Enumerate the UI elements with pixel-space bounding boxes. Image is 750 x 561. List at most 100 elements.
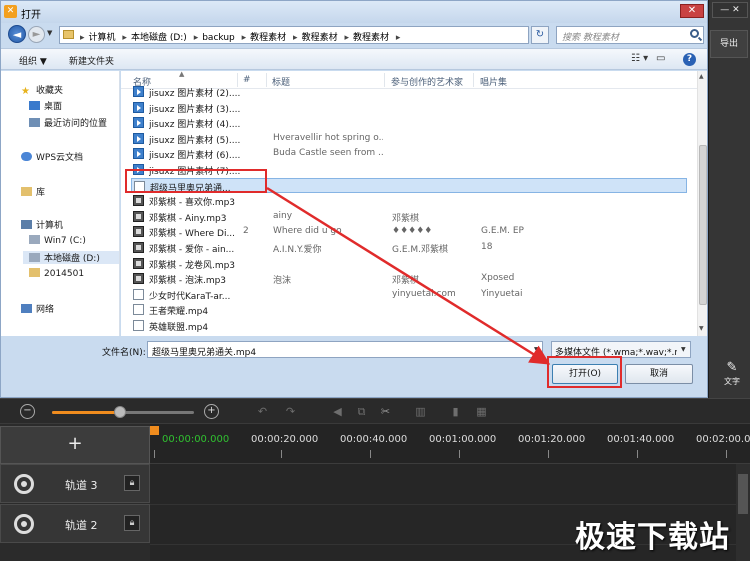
desktop-icon <box>29 101 40 110</box>
crumb[interactable]: 计算机 <box>89 33 116 43</box>
nav-network[interactable]: 网络 <box>21 302 54 315</box>
text-tool-button[interactable]: ✎ 文字 <box>717 360 747 390</box>
view-options-icon[interactable]: ☷ ▾ <box>631 53 648 64</box>
window-controls[interactable]: — ✕ <box>712 2 748 18</box>
preview-pane-icon[interactable]: ▭ <box>656 53 665 64</box>
file-list-scrollbar[interactable]: ▲ ▼ <box>697 71 707 336</box>
back-arrow-icon[interactable]: ◄ <box>8 25 26 43</box>
crumb[interactable]: 教程素材 <box>250 33 286 43</box>
nav-label: 收藏夹 <box>36 86 64 96</box>
file-row[interactable]: 少女时代KaraT-ar... yinyuetai.com Yinyuetai <box>131 287 687 302</box>
nav-drive-d[interactable]: 本地磁盘 (D:) <box>23 251 119 264</box>
zoom-out-icon[interactable]: − <box>20 404 35 419</box>
cut-icon[interactable]: ✂ <box>378 404 393 419</box>
file-row[interactable]: jisuxz 图片素材 (5).... Hveravellir hot sprin… <box>131 131 687 146</box>
nav-recent[interactable]: 最近访问的位置 <box>29 116 107 129</box>
history-dropdown-icon[interactable]: ▼ <box>47 29 52 37</box>
zoom-in-icon[interactable]: + <box>204 404 219 419</box>
file-row[interactable]: 邓紫棋 - Ainy.mp3 ainy 邓紫棋 <box>131 209 687 224</box>
file-row[interactable]: 邓紫棋 - 爱你 - ain... A.I.N.Y.爱你 G.E.M.邓紫棋 18 <box>131 240 687 255</box>
export-button[interactable]: 导出 <box>710 30 748 58</box>
scrollbar-thumb[interactable] <box>738 474 748 514</box>
scroll-up-icon[interactable]: ▲ <box>699 73 704 80</box>
file-row[interactable]: 英雄联盟.mp4 <box>131 318 687 333</box>
address-bar[interactable]: ▸ 计算机 ▸ 本地磁盘 (D:) ▸ backup ▸ 教程素材 ▸ 教程素材 ▸ 教程素… <box>59 26 583 44</box>
organize-button[interactable]: 组织 ▼ <box>19 54 47 67</box>
chevron-down-icon[interactable]: ▼ <box>534 346 539 353</box>
filename-label: 文件名(N): <box>102 348 146 358</box>
mosaic-icon[interactable]: ▦ <box>474 404 489 419</box>
file-artist: yinyuetai.com <box>392 288 456 299</box>
chart-icon[interactable]: ▮ <box>448 404 463 419</box>
drive-icon <box>29 253 40 262</box>
undo-icon[interactable]: ↶ <box>255 404 270 419</box>
crumb[interactable]: 教程素材 <box>302 33 338 43</box>
nav-label: 网络 <box>36 305 55 315</box>
search-input[interactable]: 搜索 教程素材 <box>556 26 704 44</box>
playhead[interactable] <box>150 426 159 435</box>
nav-favorites[interactable]: ★ 收藏夹 <box>21 83 64 97</box>
help-icon[interactable]: ? <box>683 53 696 66</box>
app-icon: ✕ <box>4 5 17 18</box>
forward-arrow-icon[interactable]: ► <box>28 26 45 43</box>
file-artist: ♦♦♦♦♦ <box>392 226 433 237</box>
zoom-slider-knob[interactable] <box>114 406 127 418</box>
document-icon <box>133 320 144 331</box>
cancel-button[interactable]: 取消 <box>625 364 693 384</box>
file-row[interactable]: 邓紫棋 - 龙卷风.mp3 <box>131 256 687 271</box>
file-name: 邓紫棋 - 泡沫.mp3 <box>149 276 227 287</box>
nav-folder-2014501[interactable]: 2014501 <box>29 268 84 279</box>
file-row[interactable]: 王者荣耀.mp4 <box>131 302 687 317</box>
file-row[interactable]: 邓紫棋 - 喜欢你.mp3 <box>131 193 687 208</box>
file-title: A.I.N.Y.爱你 <box>273 245 322 255</box>
nav-libraries[interactable]: 库 <box>21 185 45 198</box>
file-row[interactable]: jisuxz 图片素材 (2).... <box>131 84 687 99</box>
zoom-slider[interactable] <box>52 406 194 418</box>
split-icon[interactable]: ⧉ <box>354 404 369 419</box>
timeline-scrollbar[interactable] <box>736 464 750 561</box>
refresh-icon[interactable]: ↻ <box>531 26 549 44</box>
file-row[interactable]: jisuxz 图片素材 (3).... <box>131 100 687 115</box>
nav-drive-c[interactable]: Win7 (C:) <box>29 235 86 246</box>
file-name: 英雄联盟.mp4 <box>149 323 209 333</box>
nav-wps-cloud[interactable]: WPS云文档 <box>21 150 83 163</box>
track-header-3[interactable]: 轨道 3 🔒︎ <box>0 464 150 503</box>
crumb[interactable]: backup <box>202 33 235 43</box>
highlight-box-open <box>547 356 622 388</box>
track-name: 轨道 2 <box>65 519 98 532</box>
nav-desktop[interactable]: 桌面 <box>29 99 62 112</box>
breadcrumb: ▸ 计算机 ▸ 本地磁盘 (D:) ▸ backup ▸ 教程素材 ▸ 教程素材 ▸ 教程素… <box>80 33 401 43</box>
volume-icon[interactable]: ◀ <box>330 404 345 419</box>
lock-icon[interactable]: 🔒︎ <box>124 475 140 491</box>
chevron-down-icon[interactable]: ▼ <box>681 346 686 353</box>
close-button[interactable]: ✕ <box>680 4 704 18</box>
file-row[interactable]: jisuxz 图片素材 (6).... Buda Castle seen from… <box>131 146 687 161</box>
scroll-down-icon[interactable]: ▼ <box>699 325 704 332</box>
search-icon[interactable] <box>690 29 699 38</box>
add-track-button[interactable]: + <box>0 426 150 464</box>
file-row[interactable]: jisuxz 图片素材 (4).... <box>131 115 687 130</box>
file-row[interactable]: 邓紫棋 - Where Di... 2 Where did u go ♦♦♦♦♦ G.E… <box>131 224 687 239</box>
crumb[interactable]: 本地磁盘 (D:) <box>131 33 187 43</box>
file-num: 2 <box>243 226 249 237</box>
crumb[interactable]: 教程素材 <box>353 33 389 43</box>
nav-label: 2014501 <box>44 269 85 279</box>
document-icon <box>133 288 144 300</box>
delete-icon[interactable]: ▥ <box>413 404 428 419</box>
file-name: 王者荣耀.mp4 <box>149 307 209 318</box>
file-list-pane: ▲ 名称 # 标题 参与创作的艺术家 唱片集 jisuxz 图片素材 (2)..… <box>121 70 707 336</box>
dialog-titlebar[interactable]: ✕ 打开 ✕ <box>1 1 707 23</box>
audio-file-icon <box>133 210 144 222</box>
timeline-ruler[interactable]: 00:00:00.000 00:00:20.000 00:00:40.000 00:0… <box>150 424 750 464</box>
file-row[interactable]: 邓紫棋 - 泡沫.mp3 泡沫 邓紫棋 Xposed <box>131 271 687 286</box>
timeline-tick <box>726 450 727 458</box>
new-folder-button[interactable]: 新建文件夹 <box>69 54 114 67</box>
file-name: 少女时代KaraT-ar... <box>149 291 231 302</box>
media-file-icon <box>133 86 144 97</box>
scrollbar-thumb[interactable] <box>699 145 707 305</box>
filename-input[interactable]: 超级马里奥兄弟通关.mp4 ▼ <box>147 341 543 358</box>
track-header-2[interactable]: 轨道 2 🔒︎ <box>0 504 150 543</box>
redo-icon[interactable]: ↷ <box>283 404 298 419</box>
nav-computer[interactable]: 计算机 <box>21 218 63 231</box>
lock-icon[interactable]: 🔒︎ <box>124 515 140 531</box>
